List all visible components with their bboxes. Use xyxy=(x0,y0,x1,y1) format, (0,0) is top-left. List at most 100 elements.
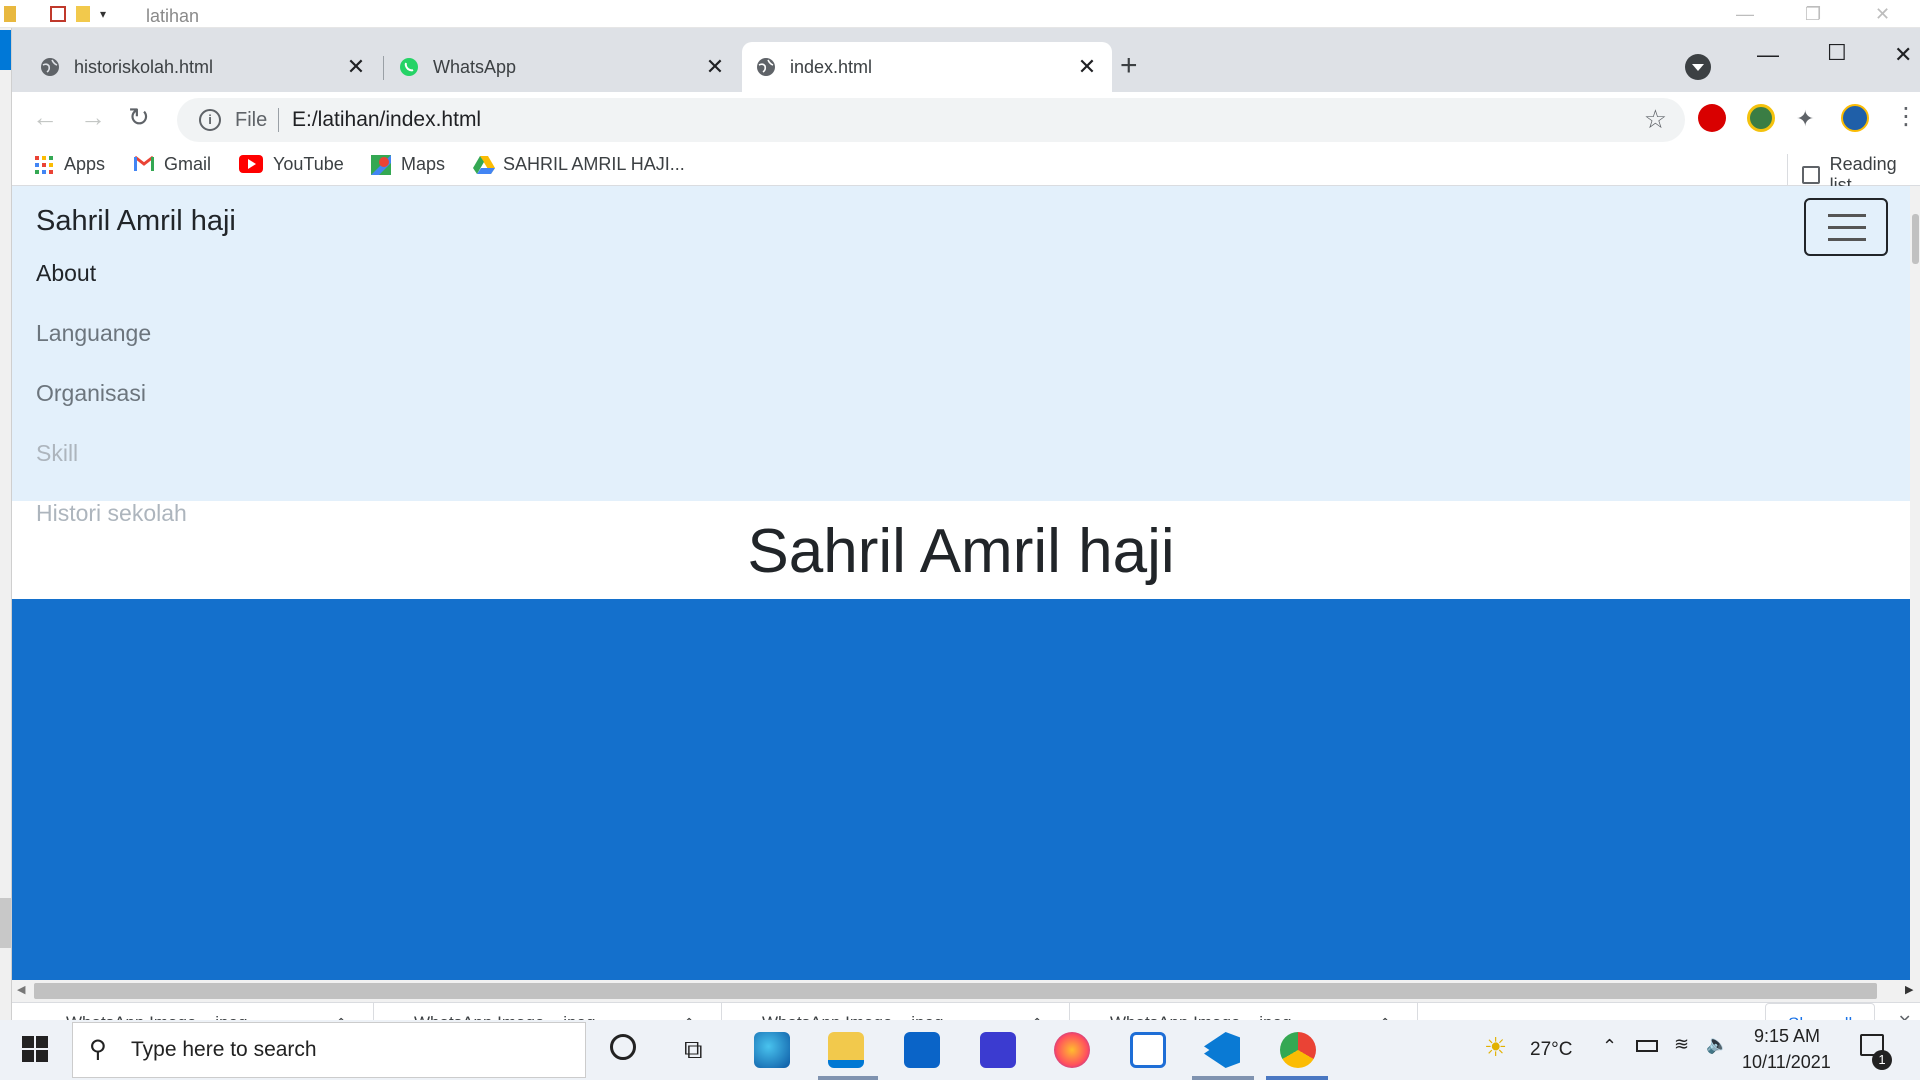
back-icon[interactable]: ← xyxy=(32,102,58,133)
info-icon[interactable]: i xyxy=(199,109,221,131)
tab-historiskolah[interactable]: historiskolah.html ✕ xyxy=(26,42,381,92)
quick-access-toolbar: ▾ xyxy=(4,6,106,22)
volume-icon[interactable]: 🔈 xyxy=(1706,1034,1728,1055)
bookmark-star-icon[interactable]: ☆ xyxy=(1644,104,1667,135)
scroll-right-icon[interactable]: ▶ xyxy=(1905,983,1913,996)
windows-start-icon[interactable] xyxy=(22,1036,48,1062)
minimize-icon[interactable]: — xyxy=(1736,4,1754,25)
vertical-scrollbar[interactable] xyxy=(1910,186,1920,980)
active-app-indicator xyxy=(1192,1076,1254,1080)
maps-pin-icon xyxy=(371,154,391,175)
nav-link-skill[interactable]: Skill xyxy=(36,440,78,467)
reading-list-icon xyxy=(1802,166,1820,184)
restore-icon[interactable]: ❐ xyxy=(1805,4,1821,25)
tab-index[interactable]: index.html ✕ xyxy=(742,42,1112,92)
url-text[interactable]: E:/latihan/index.html xyxy=(292,108,481,132)
edge-icon[interactable] xyxy=(754,1032,790,1068)
explorer-scroll-marker xyxy=(0,898,11,948)
close-icon[interactable]: ✕ xyxy=(1894,42,1912,68)
explorer-window-title: latihan xyxy=(146,6,200,26)
system-tray: ☀ 27°C ⌃ ≋ 🔈 9:15 AM 10/11/2021 1 xyxy=(1484,1020,1920,1080)
explorer-titlebar: ▾ latihan — ❐ ✕ xyxy=(0,0,1920,28)
nav-link-languange[interactable]: Languange xyxy=(36,320,151,347)
vscode-icon[interactable] xyxy=(1204,1032,1240,1068)
cortana-icon[interactable] xyxy=(610,1034,636,1060)
bookmark-gmail[interactable]: Gmail xyxy=(134,154,211,175)
browser-window: historiskolah.html ✕ WhatsApp ✕ index.ht… xyxy=(11,28,1920,1022)
explorer-left-edge xyxy=(0,28,11,1020)
youtube-icon xyxy=(239,154,263,175)
mail-icon[interactable] xyxy=(904,1032,940,1068)
tab-strip: historiskolah.html ✕ WhatsApp ✕ index.ht… xyxy=(12,28,1920,92)
extensions-puzzle-icon[interactable]: ✦ xyxy=(1796,106,1814,132)
new-folder-icon[interactable] xyxy=(76,6,90,22)
bookmark-label: SAHRIL AMRIL HAJI... xyxy=(503,154,685,174)
close-tab-icon[interactable]: ✕ xyxy=(1076,54,1098,80)
menu-kebab-icon[interactable]: ⋮ xyxy=(1894,102,1918,131)
tab-label: historiskolah.html xyxy=(74,56,214,77)
avatar[interactable] xyxy=(1841,104,1869,132)
weather-icon[interactable]: ☀ xyxy=(1484,1032,1507,1063)
horizontal-scroll-thumb[interactable] xyxy=(34,983,1877,999)
bookmark-label: YouTube xyxy=(273,154,344,174)
maximize-icon[interactable]: ☐ xyxy=(1827,40,1847,66)
chevron-down-icon[interactable]: ▾ xyxy=(100,7,106,21)
weather-temperature[interactable]: 27°C xyxy=(1530,1039,1572,1061)
bookmark-maps[interactable]: Maps xyxy=(371,154,445,175)
notification-badge: 1 xyxy=(1872,1050,1892,1070)
scroll-left-icon[interactable]: ◀ xyxy=(17,983,25,996)
tab-search-icon[interactable] xyxy=(1685,54,1711,80)
chevron-up-icon[interactable]: ⌃ xyxy=(1602,1036,1617,1057)
clock-time[interactable]: 9:15 AM xyxy=(1754,1026,1820,1047)
hamburger-icon xyxy=(1828,238,1866,241)
bookmark-youtube[interactable]: YouTube xyxy=(239,154,344,175)
reload-icon[interactable]: ↻ xyxy=(128,102,150,133)
idm-extension-icon[interactable] xyxy=(1747,104,1775,132)
web-page: Sahril Amril haji About Languange Organi… xyxy=(12,186,1910,980)
window-app-icon[interactable] xyxy=(1130,1032,1166,1068)
address-bar[interactable]: i File E:/latihan/index.html ☆ xyxy=(177,98,1685,142)
close-icon[interactable]: ✕ xyxy=(1875,4,1890,25)
navbar-brand[interactable]: Sahril Amril haji xyxy=(36,205,236,238)
hamburger-icon xyxy=(1828,214,1866,217)
nav-link-organisasi[interactable]: Organisasi xyxy=(36,380,146,407)
downloads-shelf: WhatsApp Image ...jpeg ⌃ WhatsApp Image … xyxy=(12,1002,1920,1022)
close-tab-icon[interactable]: ✕ xyxy=(345,54,367,80)
bookmark-label: Apps xyxy=(64,154,106,174)
bookmark-apps[interactable]: Apps xyxy=(34,154,105,175)
bookmark-drive[interactable]: SAHRIL AMRIL HAJI... xyxy=(473,154,685,175)
active-app-indicator xyxy=(818,1076,878,1080)
clock-date[interactable]: 10/11/2021 xyxy=(1742,1052,1831,1073)
nav-link-about[interactable]: About xyxy=(36,260,96,287)
taskbar-search-box[interactable]: ⚲ Type here to search xyxy=(72,1022,586,1078)
hamburger-icon xyxy=(1828,226,1866,229)
tab-label: index.html xyxy=(790,56,873,77)
firefox-icon[interactable] xyxy=(1054,1032,1090,1068)
adblock-extension-icon[interactable] xyxy=(1698,104,1726,132)
folder-icon[interactable] xyxy=(4,6,16,22)
windows-taskbar: ⚲ Type here to search ⧉ ☀ 27°C ⌃ ≋ 🔈 9:1… xyxy=(0,1020,1920,1080)
whatsapp-icon xyxy=(399,57,419,77)
tab-whatsapp[interactable]: WhatsApp ✕ xyxy=(385,42,740,92)
vertical-scroll-thumb[interactable] xyxy=(1912,214,1919,264)
properties-icon[interactable] xyxy=(50,6,66,22)
new-tab-button[interactable]: + xyxy=(1120,51,1138,81)
task-view-icon[interactable]: ⧉ xyxy=(684,1034,703,1066)
file-explorer-icon[interactable] xyxy=(828,1032,864,1068)
horizontal-scrollbar[interactable]: ◀ ▶ xyxy=(12,980,1920,1002)
google-drive-icon xyxy=(473,155,495,175)
minimize-icon[interactable]: — xyxy=(1757,42,1779,68)
globe-icon xyxy=(40,57,60,77)
app-icon[interactable] xyxy=(980,1032,1016,1068)
explorer-selection-marker xyxy=(0,30,11,70)
site-info-label[interactable]: File xyxy=(235,109,267,132)
wifi-icon[interactable]: ≋ xyxy=(1674,1034,1689,1055)
gmail-icon xyxy=(134,155,154,175)
navbar-toggler-button[interactable] xyxy=(1804,198,1888,256)
battery-icon[interactable] xyxy=(1636,1040,1658,1052)
hero-banner xyxy=(12,599,1910,980)
close-tab-icon[interactable]: ✕ xyxy=(704,54,726,80)
chrome-icon[interactable] xyxy=(1280,1032,1316,1068)
apps-grid-icon xyxy=(34,155,54,175)
forward-icon[interactable]: → xyxy=(80,102,106,133)
